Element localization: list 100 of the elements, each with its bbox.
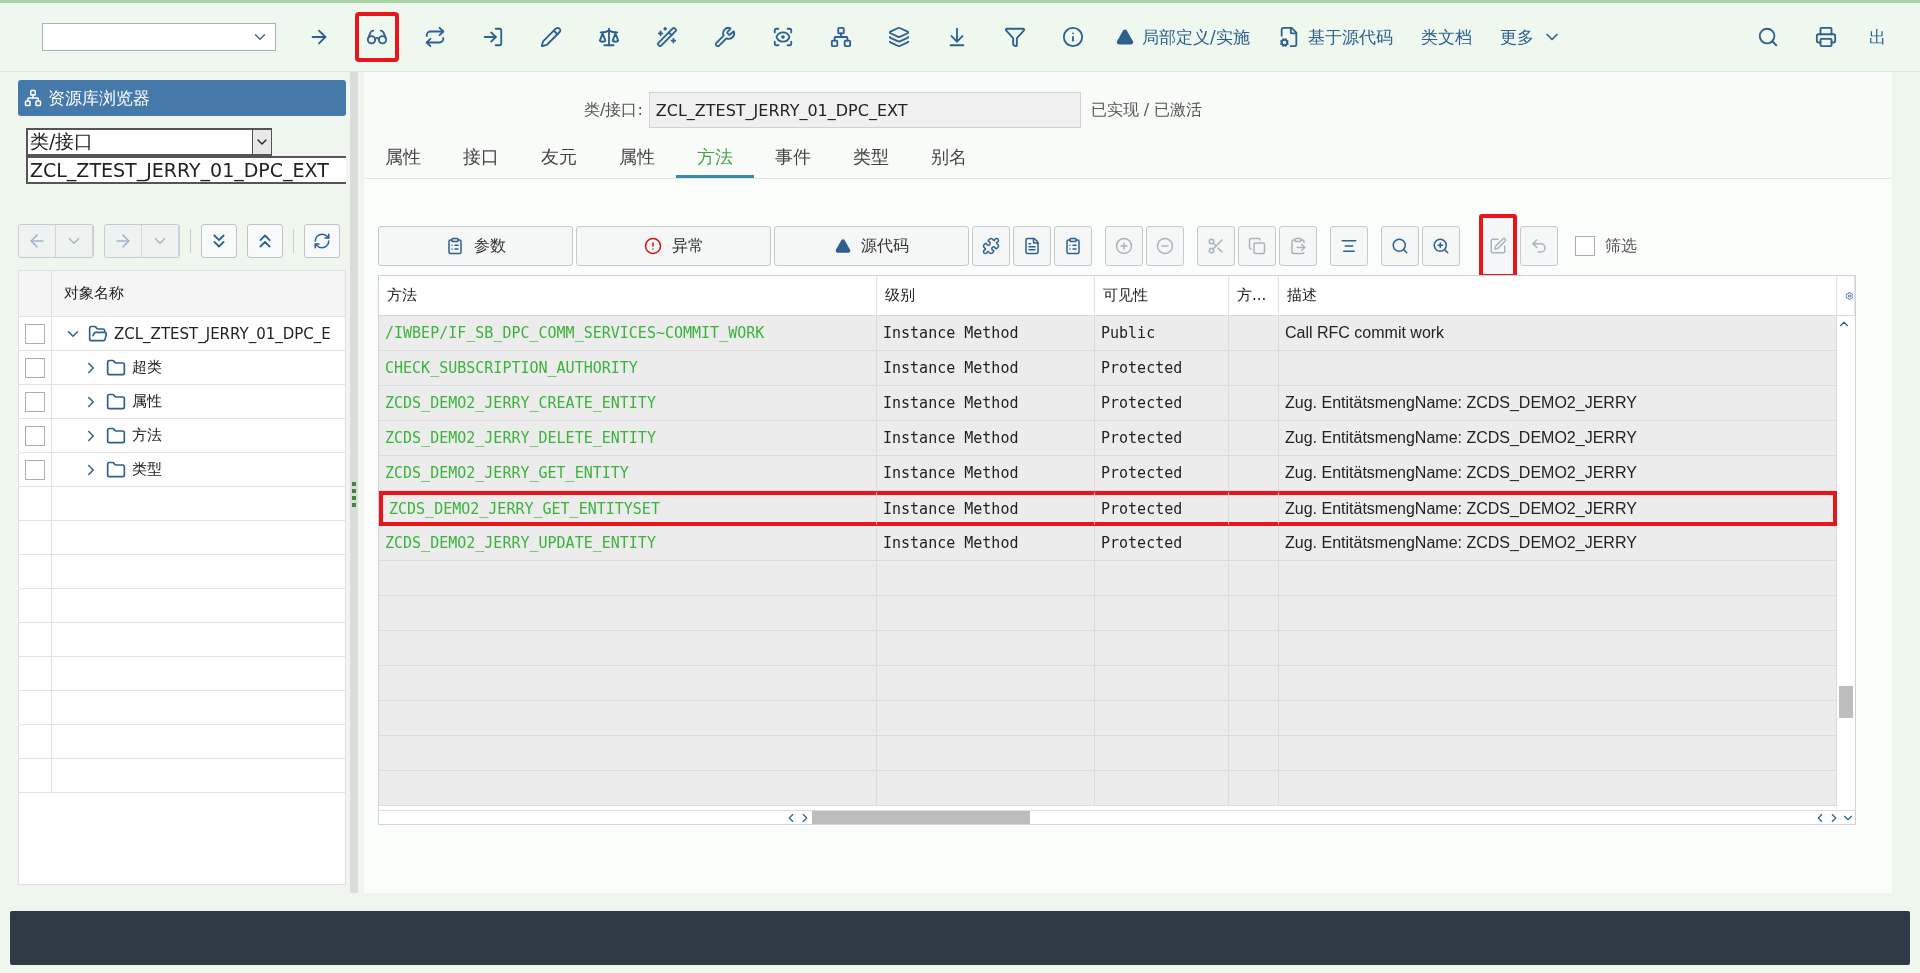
table-cell: /IWBEP/IF_SB_DPC_COMM_SERVICES~COMMIT_WORK — [379, 316, 877, 351]
table-cell: Call RFC commit work — [1279, 316, 1837, 351]
class-name-field[interactable]: ZCL_ZTEST_JERRY_01_DPC_EXT — [648, 92, 1081, 128]
list-icon — [445, 237, 464, 255]
command-field[interactable] — [42, 23, 276, 51]
pencil-icon — [540, 26, 562, 48]
tree-item[interactable]: 超类 — [132, 358, 162, 377]
table-cell: Public — [1095, 316, 1229, 351]
checkbox[interactable] — [25, 425, 45, 446]
filter-checkbox[interactable]: 筛选 — [1575, 235, 1637, 257]
tab[interactable]: 属性 — [364, 138, 442, 178]
table-cell: Zug. EntitätsmengName: ZCDS_DEMO2_JERRY — [1279, 526, 1837, 561]
toolbar-button[interactable]: 异常 — [576, 226, 771, 266]
tab[interactable]: 属性 — [598, 138, 676, 178]
field-label: 类/接口: — [584, 99, 643, 121]
toolbar-button[interactable] — [1054, 226, 1092, 266]
object-type-select[interactable]: 类/接口 — [26, 128, 272, 156]
table-cell — [1229, 771, 1279, 806]
folder-icon — [106, 425, 126, 446]
undo-icon — [1530, 237, 1548, 255]
toolbar-text-button[interactable]: 局部定义/实施 — [1116, 17, 1250, 57]
table-cell: ZCDS_DEMO2_JERRY_UPDATE_ENTITY — [379, 526, 877, 561]
table-cell: Protected — [1095, 456, 1229, 491]
table-cell: Instance Method — [877, 386, 1095, 421]
status-text: 已实现 / 已激活 — [1090, 99, 1203, 121]
tree-item[interactable]: 属性 — [132, 392, 162, 411]
magic-wand-icon — [656, 26, 678, 48]
folder-icon — [106, 391, 126, 412]
toolbar-button[interactable] — [972, 226, 1010, 266]
tab[interactable]: 别名 — [910, 138, 988, 178]
folder-icon — [106, 357, 126, 378]
swap-icon — [424, 26, 446, 48]
toolbar-button[interactable]: 参数 — [378, 226, 573, 266]
table-cell: Zug. EntitätsmengName: ZCDS_DEMO2_JERRY — [1279, 386, 1837, 421]
toolbar-button[interactable] — [1013, 226, 1051, 266]
zoom-in-icon — [1432, 237, 1450, 255]
refresh-icon — [313, 232, 331, 250]
column-header: 对象名称 — [63, 283, 124, 304]
hierarchy-icon — [24, 89, 42, 107]
table-cell: Protected — [1095, 421, 1229, 456]
table-cell: Instance Method — [877, 316, 1095, 351]
checkbox[interactable] — [25, 323, 45, 344]
checkbox[interactable] — [25, 459, 45, 480]
checkbox[interactable] — [25, 357, 45, 378]
scrollbar-thumb[interactable] — [812, 811, 1030, 824]
scissors-icon — [1207, 237, 1225, 255]
toolbar-button[interactable] — [1422, 226, 1460, 266]
printer-icon — [1815, 26, 1837, 48]
toolbar-text-button[interactable]: 更多 — [1499, 17, 1562, 57]
table-cell: ZCDS_DEMO2_JERRY_CREATE_ENTITY — [379, 386, 877, 421]
expand-all-button[interactable] — [201, 224, 237, 258]
table-cell: Zug. EntitätsmengName: ZCDS_DEMO2_JERRY — [1279, 491, 1837, 526]
column-header[interactable]: 描述 — [1279, 276, 1837, 316]
toolbar-button[interactable] — [1330, 226, 1368, 266]
folder-icon — [106, 459, 126, 480]
folder-icon — [88, 323, 108, 344]
table-cell — [1229, 456, 1279, 491]
tab[interactable]: 类型 — [832, 138, 910, 178]
tree-item[interactable]: 类型 — [132, 460, 162, 479]
info-icon — [1062, 26, 1084, 48]
scrollbar-thumb[interactable] — [1839, 686, 1853, 718]
toolbar-text-button[interactable]: 类文档 — [1420, 17, 1472, 57]
table-cell: Instance Method — [877, 491, 1095, 526]
tree-item[interactable]: ZCL_ZTEST_JERRY_01_DPC_E — [114, 324, 331, 343]
document-icon — [1023, 237, 1041, 255]
collapse-all-button[interactable] — [247, 224, 283, 258]
checkbox[interactable] — [25, 391, 45, 412]
import-icon — [482, 26, 504, 48]
table-cell: Protected — [1095, 386, 1229, 421]
document-icon — [1277, 26, 1300, 48]
table-cell: Zug. EntitätsmengName: ZCDS_DEMO2_JERRY — [1279, 456, 1837, 491]
table-cell: Protected — [1095, 491, 1229, 526]
table-cell: ZCDS_DEMO2_JERRY_GET_ENTITYSET — [379, 491, 877, 526]
column-header[interactable]: 级别 — [877, 276, 1095, 316]
exit-button[interactable]: 出 — [1869, 17, 1886, 57]
table-cell: ZCDS_DEMO2_JERRY_DELETE_ENTITY — [379, 421, 877, 456]
toolbar-text-button[interactable]: 基于源代码 — [1277, 17, 1393, 57]
tab[interactable]: 友元 — [520, 138, 598, 178]
table-cell — [1229, 491, 1279, 526]
tree-item[interactable]: 方法 — [132, 426, 162, 445]
alert-icon — [643, 237, 662, 255]
object-name-field[interactable]: ZCL_ZTEST_JERRY_01_DPC_EXT — [26, 156, 346, 184]
splitter-grip[interactable] — [352, 482, 356, 510]
tab[interactable]: 事件 — [754, 138, 832, 178]
toolbar-button[interactable] — [355, 12, 399, 62]
checkbox[interactable] — [1575, 236, 1595, 256]
table-cell: Instance Method — [877, 351, 1095, 386]
table-cell — [1229, 526, 1279, 561]
column-header[interactable]: 方法 — [379, 276, 877, 316]
copy-icon — [1248, 237, 1266, 255]
search-icon — [1391, 237, 1409, 255]
tab[interactable]: 接口 — [442, 138, 520, 178]
table-cell: Instance Method — [877, 526, 1095, 561]
refresh-button[interactable] — [304, 224, 340, 258]
column-header[interactable]: 可见性 — [1095, 276, 1229, 316]
table-cell: Protected — [1095, 526, 1229, 561]
toolbar-button[interactable] — [1381, 226, 1419, 266]
hierarchy-icon — [830, 26, 852, 48]
column-header[interactable]: 方... — [1229, 276, 1279, 316]
toolbar-button[interactable]: 源代码 — [774, 226, 969, 266]
